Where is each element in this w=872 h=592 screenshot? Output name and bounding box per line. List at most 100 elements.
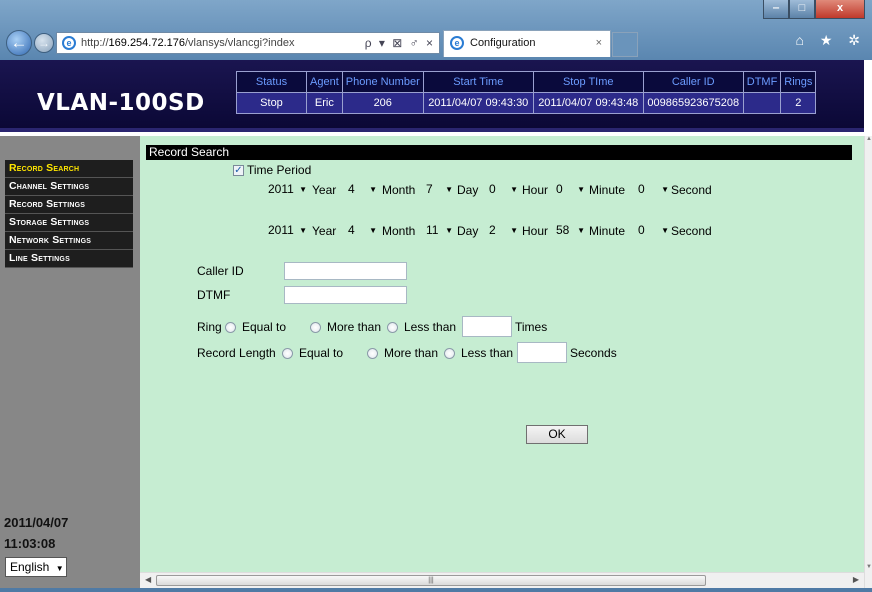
address-tools-icons[interactable]: ρ ▾ ⊠ ♂ × [364,33,435,53]
end-month-select[interactable]: 4 ▼ [345,221,379,240]
language-select[interactable]: English ▼ [5,557,67,577]
start-day-select[interactable]: 7 ▼ [423,180,455,199]
record-length-label: Record Length [197,346,276,360]
length-less-radio[interactable] [444,348,455,359]
time-period-label: Time Period [247,163,312,177]
web-page: VLAN-100SD Status Agent Phone Number Sta… [0,60,864,588]
ring-more-radio[interactable] [310,322,321,333]
end-second-value: 0 [638,223,645,237]
chevron-down-icon: ▼ [661,185,669,194]
less-than-label: Less than [404,320,457,334]
hour-label: Hour [522,183,549,197]
start-year-select[interactable]: 2011 ▼ [265,180,309,199]
status-table: Status Agent Phone Number Start Time Sto… [236,71,817,114]
status-value-row: Stop Eric 206 2011/04/07 09:43:30 2011/0… [236,92,817,114]
sidebar-item-record-search[interactable]: Record Search [5,160,133,178]
status-header-cell: Start Time [422,71,534,93]
product-logo: VLAN-100SD [37,90,205,116]
scroll-left-icon[interactable]: ◀ [145,575,151,584]
address-bar[interactable]: e http://169.254.72.176/vlansys/vlancgi?… [56,32,440,54]
end-year-select[interactable]: 2011 ▼ [265,221,309,240]
minimize-button[interactable]: ‒ [763,0,789,19]
tab-close-icon[interactable]: × [596,31,602,55]
record-search-panel: Record Search ✓ Time Period 2011 ▼ Year 4… [140,136,864,588]
end-month-value: 4 [348,223,355,237]
maximize-button[interactable]: □ [789,0,815,19]
sidebar-item-storage-settings[interactable]: Storage Settings [5,214,133,232]
dtmf-input[interactable] [284,286,407,304]
tab-title: Configuration [470,37,536,49]
vertical-scrollbar[interactable]: ▲ ▼ [864,136,872,588]
equal-to-label: Equal to [299,346,344,360]
ring-equal-radio[interactable] [225,322,236,333]
end-hour-select[interactable]: 2 ▼ [486,221,520,240]
day-label: Day [457,224,479,238]
status-header-cell: Stop TIme [532,71,644,93]
back-arrow-icon[interactable]: ← [6,30,32,56]
ring-less-radio[interactable] [387,322,398,333]
length-equal-radio[interactable] [282,348,293,359]
start-month-select[interactable]: 4 ▼ [345,180,379,199]
month-label: Month [382,183,416,197]
status-value-cell: 009865923675208 [642,92,744,114]
less-than-label: Less than [461,346,514,360]
scroll-down-icon[interactable]: ▼ [866,564,872,570]
end-year-value: 2011 [268,223,294,237]
chevron-down-icon: ▼ [445,185,453,194]
end-minute-select[interactable]: 58 ▼ [553,221,587,240]
month-label: Month [382,224,416,238]
caller-id-input[interactable] [284,262,407,280]
ok-button[interactable]: OK [526,425,588,444]
chevron-down-icon: ▼ [55,564,64,573]
end-day-value: 11 [426,223,439,237]
status-value-cell [742,92,782,114]
tab-configuration[interactable]: e Configuration × [443,30,611,57]
start-minute-select[interactable]: 0 ▼ [553,180,587,199]
window-controls: ‒ □ x [763,0,867,20]
ring-label: Ring [197,320,222,334]
status-header-cell: Agent [306,71,343,93]
forward-arrow-icon[interactable]: → [34,33,54,53]
close-window-button[interactable]: x [815,0,865,19]
minute-label: Minute [589,183,626,197]
scroll-up-icon[interactable]: ▲ [866,136,872,142]
home-favorites-tools-icons[interactable]: ⌂ ★ ✲ [795,32,866,49]
ring-count-input[interactable] [462,316,512,337]
dtmf-label: DTMF [197,288,231,302]
status-header-cell: Caller ID [642,71,744,93]
status-value-cell: Stop [236,92,307,114]
url-prefix: http:// [81,37,109,49]
equal-to-label: Equal to [242,320,287,334]
sidebar-item-record-settings[interactable]: Record Settings [5,196,133,214]
end-second-select[interactable]: 0 ▼ [635,221,671,240]
time-period-checkbox[interactable]: ✓ [233,165,244,176]
status-value-cell: 2011/04/07 09:43:48 [532,92,644,114]
start-hour-select[interactable]: 0 ▼ [486,180,520,199]
scroll-thumb[interactable]: ||| [156,575,706,586]
sidebar-item-network-settings[interactable]: Network Settings [5,232,133,250]
chevron-down-icon: ▼ [510,185,518,194]
scroll-right-icon[interactable]: ▶ [853,575,859,584]
settings-menu: Record Search Channel Settings Record Se… [5,160,133,268]
url-host: 169.254.72.176 [108,37,185,49]
chevron-down-icon: ▼ [369,226,377,235]
length-more-radio[interactable] [367,348,378,359]
start-second-select[interactable]: 0 ▼ [635,180,671,199]
sidebar: Record Search Channel Settings Record Se… [0,136,140,588]
start-month-value: 4 [348,182,355,196]
status-header-cell: Phone Number [341,71,424,93]
start-year-value: 2011 [268,182,294,196]
browser-chrome: ‒ □ x ← → e http://169.254.72.176/vlansy… [0,0,872,60]
sidebar-item-channel-settings[interactable]: Channel Settings [5,178,133,196]
sidebar-item-line-settings[interactable]: Line Settings [5,250,133,268]
times-label: Times [515,320,548,334]
second-label: Second [671,183,712,197]
end-day-select[interactable]: 11 ▼ [423,221,455,240]
status-header-cell: Status [236,71,307,93]
chevron-down-icon: ▼ [299,185,307,194]
current-time: 11:03:08 [4,536,56,551]
ie-logo-icon: e [450,36,464,50]
new-tab-button[interactable] [612,32,638,57]
record-length-input[interactable] [517,342,567,363]
horizontal-scrollbar[interactable]: ◀ ||| ▶ [140,572,864,588]
